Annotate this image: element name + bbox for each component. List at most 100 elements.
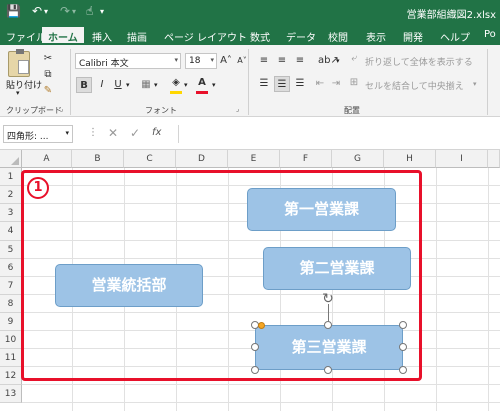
column-header-i[interactable]: I (436, 150, 488, 168)
tab-file[interactable]: ファイル (6, 29, 46, 44)
merge-center-button[interactable]: セルを結合して中央揃え (365, 79, 464, 92)
worksheet-grid[interactable]: A B C D E F G H I 1 2 3 4 5 6 7 8 9 10 1… (0, 150, 500, 411)
formula-input[interactable] (178, 125, 500, 143)
column-header-a[interactable]: A (22, 150, 72, 168)
row-header-2[interactable]: 2 (0, 186, 22, 204)
underline-dropdown-icon[interactable]: ▾ (126, 81, 130, 89)
row-header-5[interactable]: 5 (0, 241, 22, 259)
row-header-1[interactable]: 1 (0, 168, 22, 186)
align-middle-icon[interactable]: ≡ (274, 53, 290, 69)
shape-sales-section-2[interactable]: 第二営業課 (263, 247, 411, 290)
touch-mode-icon[interactable]: ☝ (86, 4, 93, 18)
resize-handle[interactable] (399, 321, 407, 329)
row-header-13[interactable]: 13 (0, 385, 22, 403)
font-size-value: 18 (189, 56, 201, 66)
row-header-10[interactable]: 10 (0, 331, 22, 349)
select-all-button[interactable] (0, 150, 22, 168)
resize-handle[interactable] (324, 366, 332, 374)
tab-draw[interactable]: 描画 (127, 29, 147, 44)
align-center-icon[interactable]: ☰ (274, 76, 290, 92)
row-header-6[interactable]: 6 (0, 259, 22, 277)
resize-handle[interactable] (251, 343, 259, 351)
column-header-c[interactable]: C (124, 150, 176, 168)
align-left-icon[interactable]: ☰ (256, 76, 272, 92)
tab-power-pivot[interactable]: Po (484, 29, 496, 40)
name-box[interactable]: 四角形: ... ▾ (3, 125, 73, 143)
insert-function-button[interactable]: fx (152, 127, 161, 138)
tab-developer[interactable]: 開発 (403, 29, 423, 44)
redo-dropdown-icon[interactable]: ▾ (72, 7, 76, 16)
adjustment-handle[interactable] (258, 322, 265, 329)
column-header-h[interactable]: H (384, 150, 436, 168)
paste-dropdown-icon[interactable]: ▾ (16, 89, 20, 97)
customize-qat-icon[interactable]: ▾ (100, 7, 104, 16)
copy-icon[interactable]: ⧉ (40, 67, 56, 83)
row-header-12[interactable]: 12 (0, 367, 22, 385)
column-header-f[interactable]: F (280, 150, 332, 168)
format-painter-icon[interactable]: ✎ (40, 83, 56, 99)
redo-icon[interactable]: ↷ (60, 4, 70, 18)
align-right-icon[interactable]: ☰ (292, 76, 308, 92)
enter-icon[interactable]: ✓ (130, 126, 140, 140)
font-launcher-icon[interactable]: ⌟ (236, 105, 239, 113)
cancel-icon[interactable]: ✕ (108, 126, 118, 140)
save-icon[interactable]: 💾 (6, 4, 21, 18)
borders-icon[interactable]: ▦ (138, 77, 154, 93)
undo-icon[interactable]: ↶ (32, 4, 42, 18)
fill-color-icon[interactable]: ◈ (168, 75, 184, 91)
resize-handle[interactable] (251, 366, 259, 374)
align-bottom-icon[interactable]: ≡ (292, 53, 308, 69)
tab-insert[interactable]: 挿入 (92, 29, 112, 44)
tab-formulas[interactable]: 数式 (250, 29, 270, 44)
bold-button[interactable]: B (76, 77, 92, 93)
font-color-dropdown-icon[interactable]: ▾ (212, 81, 216, 89)
merge-center-icon[interactable]: ⊞ (346, 75, 362, 91)
column-header-g[interactable]: G (332, 150, 384, 168)
italic-button[interactable]: I (94, 77, 110, 93)
paste-button[interactable]: 貼り付け (6, 78, 42, 91)
increase-indent-icon[interactable]: ⇥ (328, 76, 344, 92)
column-header-e[interactable]: E (228, 150, 280, 168)
rotate-icon[interactable]: ↻ (320, 291, 336, 307)
shape-sales-section-3[interactable]: 第三営業課 (255, 325, 403, 370)
row-header-4[interactable]: 4 (0, 222, 22, 241)
tab-data[interactable]: データ (286, 29, 316, 44)
shape-sales-headquarters[interactable]: 営業統括部 (55, 264, 203, 307)
shape-sales-section-1[interactable]: 第一営業課 (247, 188, 396, 231)
font-size-select[interactable]: 18 ▾ (185, 53, 217, 69)
row-header-11[interactable]: 11 (0, 349, 22, 367)
orientation-icon[interactable]: ab↗ (318, 53, 339, 69)
wrap-text-button[interactable]: 折り返して全体を表示する (365, 55, 473, 68)
fill-color-dropdown-icon[interactable]: ▾ (184, 81, 188, 89)
wrap-text-icon[interactable]: ⤶ (346, 51, 362, 67)
clipboard-launcher-icon[interactable]: ⌟ (60, 105, 63, 113)
row-header-9[interactable]: 9 (0, 313, 22, 331)
resize-handle[interactable] (324, 321, 332, 329)
font-color-icon[interactable]: A (194, 75, 210, 91)
tab-home[interactable]: ホーム (42, 27, 84, 45)
tab-view[interactable]: 表示 (366, 29, 386, 44)
resize-handle[interactable] (399, 366, 407, 374)
row-header-7[interactable]: 7 (0, 277, 22, 295)
row-header-8[interactable]: 8 (0, 295, 22, 313)
column-header-d[interactable]: D (176, 150, 228, 168)
tab-page-layout[interactable]: ページ レイアウト (164, 29, 247, 44)
borders-dropdown-icon[interactable]: ▾ (154, 81, 158, 89)
orientation-dropdown-icon[interactable]: ▾ (336, 57, 340, 65)
align-top-icon[interactable]: ≡ (256, 53, 272, 69)
resize-handle[interactable] (399, 343, 407, 351)
tab-review[interactable]: 校閲 (328, 29, 348, 44)
cut-icon[interactable]: ✂ (40, 51, 56, 67)
tab-help[interactable]: ヘルプ (440, 29, 470, 44)
column-header-j[interactable] (488, 150, 500, 168)
font-name-select[interactable]: Calibri 本文 ▾ (75, 53, 181, 69)
row-header-3[interactable]: 3 (0, 204, 22, 222)
undo-dropdown-icon[interactable]: ▾ (44, 7, 48, 16)
formula-bar-handle-icon[interactable]: ⋮ (88, 127, 98, 138)
merge-dropdown-icon[interactable]: ▾ (473, 80, 477, 88)
decrease-indent-icon[interactable]: ⇤ (312, 76, 328, 92)
underline-button[interactable]: U (110, 77, 126, 93)
grow-font-button[interactable]: A˄ (218, 53, 234, 69)
column-header-b[interactable]: B (72, 150, 124, 168)
paste-icon[interactable] (8, 49, 30, 77)
